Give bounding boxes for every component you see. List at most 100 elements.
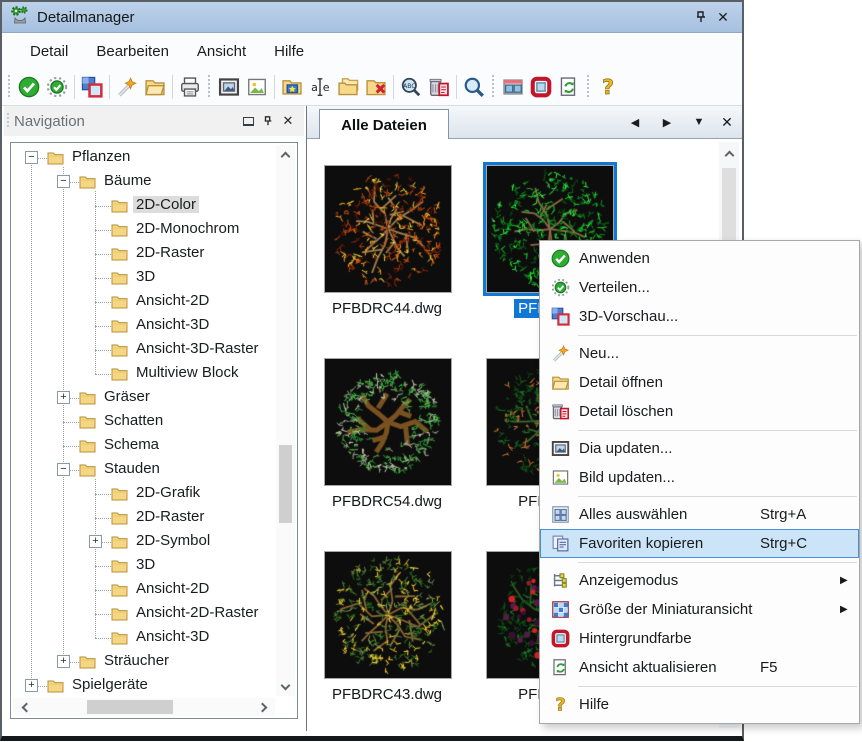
scroll-up-icon[interactable] [719,148,739,162]
tree-item-label[interactable]: Ansicht-2D [133,580,212,597]
dia-update-icon[interactable] [215,73,243,101]
tree-item-ansicht-2d[interactable]: Ansicht-2D [13,578,273,602]
tab-menu-icon[interactable]: ▼ [687,112,711,132]
float-window-icon[interactable] [238,112,258,130]
tree-item-stauden[interactable]: − Stauden [13,458,273,482]
tree-item-label[interactable]: 3D [133,556,158,573]
background-color-icon[interactable] [527,73,555,101]
collapse-icon[interactable]: − [57,463,70,476]
preview-3d-icon[interactable] [78,73,106,101]
menu-item-hilfe[interactable]: ?Hilfe [540,690,859,719]
tree-item-label[interactable]: Pflanzen [69,148,133,165]
thumbnail-filename[interactable]: PFBDRC43.dwg [307,685,467,704]
tree-item-2d-symbol[interactable]: +2D-Symbol [13,530,273,554]
menu-item-anzeigemodus[interactable]: Anzeigemodus▶ [540,566,859,595]
collapse-icon[interactable]: − [25,151,38,164]
menu-item-bild-updaten[interactable]: Bild updaten... [540,463,859,492]
menu-item-dia-updaten[interactable]: Dia updaten... [540,434,859,463]
print-icon[interactable] [176,73,204,101]
expand-icon[interactable]: + [89,535,102,548]
tree-item-label[interactable]: Schatten [101,412,166,429]
new-wand-icon[interactable] [113,73,141,101]
tree-item-3d[interactable]: 3D [13,554,273,578]
rename-icon[interactable]: ae [306,73,334,101]
tree-item-label[interactable]: Gräser [101,388,153,405]
titlebar[interactable]: Detailmanager ✕ [2,2,742,33]
scroll-left-icon[interactable] [19,698,33,716]
tree-item-label[interactable]: Ansicht-2D [133,292,212,309]
thumbnail-image[interactable] [324,165,452,293]
tree-item-schatten[interactable]: Schatten [13,410,273,434]
tree-vertical-scrollbar[interactable] [276,145,295,696]
tree-item-2d-grafik[interactable]: 2D-Grafik [13,482,273,506]
help-icon[interactable]: ? [594,73,622,101]
apply-icon[interactable] [15,73,43,101]
menubar-item-detail[interactable]: Detail [16,38,82,65]
tree-item-label[interactable]: Spielgeräte [69,676,151,693]
thumbnail-pfbdrc54-dwg[interactable] [324,358,452,486]
tree-item-label[interactable]: Ansicht-3D [133,628,212,645]
tree-item-label[interactable]: 2D-Grafik [133,484,203,501]
tree-item-multiview-block[interactable]: Multiview Block [13,362,273,386]
tree-item-label[interactable]: 3D [133,268,158,285]
menu-item-favoriten-kopieren[interactable]: Favoriten kopierenStrg+C [540,529,859,558]
tree-item-3d[interactable]: 3D [13,266,273,290]
close-icon[interactable]: ✕ [712,7,734,27]
pin-icon[interactable] [258,112,278,130]
menu-item-ansicht-aktualisieren[interactable]: Ansicht aktualisierenF5 [540,653,859,682]
tree-item-ansicht-2d[interactable]: Ansicht-2D [13,290,273,314]
tree-horizontal-scrollbar[interactable] [13,698,275,716]
tree-item-bäume[interactable]: − Bäume [13,170,273,194]
menu-item-anwenden[interactable]: Anwenden [540,244,859,273]
thumbnail-pfbdrc44-dwg[interactable] [324,165,452,293]
tree-item-sträucher[interactable]: + Sträucher [13,650,273,674]
split-view-icon[interactable] [499,73,527,101]
scrollbar-thumb[interactable] [87,700,173,714]
scroll-up-icon[interactable] [276,149,295,163]
tree-item-ansicht-2d-raster[interactable]: Ansicht-2D-Raster [13,602,273,626]
tree-item-ansicht-3d[interactable]: Ansicht-3D [13,314,273,338]
copy-folder-icon[interactable] [334,73,362,101]
tree-item-label[interactable]: 2D-Color [133,196,199,213]
menu-item-detail-löschen[interactable]: Detail löschen [540,397,859,426]
tree-item-2d-color[interactable]: 2D-Color [13,194,273,218]
tree-item-label[interactable]: 2D-Monochrom [133,220,242,237]
tree-item-label[interactable]: Sträucher [101,652,172,669]
menu-item-detail-öffnen[interactable]: Detail öffnen [540,368,859,397]
tree-item-gräser[interactable]: + Gräser [13,386,273,410]
tree-item-ansicht-3d[interactable]: Ansicht-3D [13,626,273,650]
menubar-item-ansicht[interactable]: Ansicht [183,38,260,65]
tree-item-2d-monochrom[interactable]: 2D-Monochrom [13,218,273,242]
tab-next-icon[interactable]: ▶ [655,112,679,132]
tree-item-label[interactable]: Bäume [101,172,155,189]
tree-item-spielgeräte[interactable]: +Spielgeräte [13,674,273,696]
expand-icon[interactable]: + [57,391,70,404]
tab-close-icon[interactable]: ✕ [715,112,739,132]
tree-item-label[interactable]: Stauden [101,460,163,477]
menu-item-alles-auswählen[interactable]: Alles auswählenStrg+A [540,500,859,529]
menu-item-verteilen[interactable]: Verteilen... [540,273,859,302]
thumbnail-filename[interactable]: PFBDRC44.dwg [307,299,467,318]
tree-item-2d-raster[interactable]: 2D-Raster [13,242,273,266]
tree-item-schema[interactable]: Schema [13,434,273,458]
scroll-down-icon[interactable] [276,678,295,692]
pin-icon[interactable] [690,7,712,27]
zoom-icon[interactable] [460,73,488,101]
close-icon[interactable]: ✕ [278,112,298,130]
expand-icon[interactable]: + [57,655,70,668]
scrollbar-thumb[interactable] [279,445,292,523]
tab-alle-dateien[interactable]: Alle Dateien [319,109,449,140]
thumbnail-pfbdrc43-dwg[interactable] [324,551,452,679]
menubar-item-hilfe[interactable]: Hilfe [260,38,318,65]
delete-folder-icon[interactable] [362,73,390,101]
tree-item-2d-raster[interactable]: 2D-Raster [13,506,273,530]
tree-item-label[interactable]: Schema [101,436,162,453]
tree-item-label[interactable]: Multiview Block [133,364,242,381]
tree-item-label[interactable]: Ansicht-2D-Raster [133,604,262,621]
menu-item-neu[interactable]: Neu... [540,339,859,368]
collapse-icon[interactable]: − [57,175,70,188]
favorites-folder-icon[interactable] [278,73,306,101]
tree-item-label[interactable]: Ansicht-3D [133,316,212,333]
scroll-right-icon[interactable] [255,698,269,716]
search-text-icon[interactable]: ABC [397,73,425,101]
